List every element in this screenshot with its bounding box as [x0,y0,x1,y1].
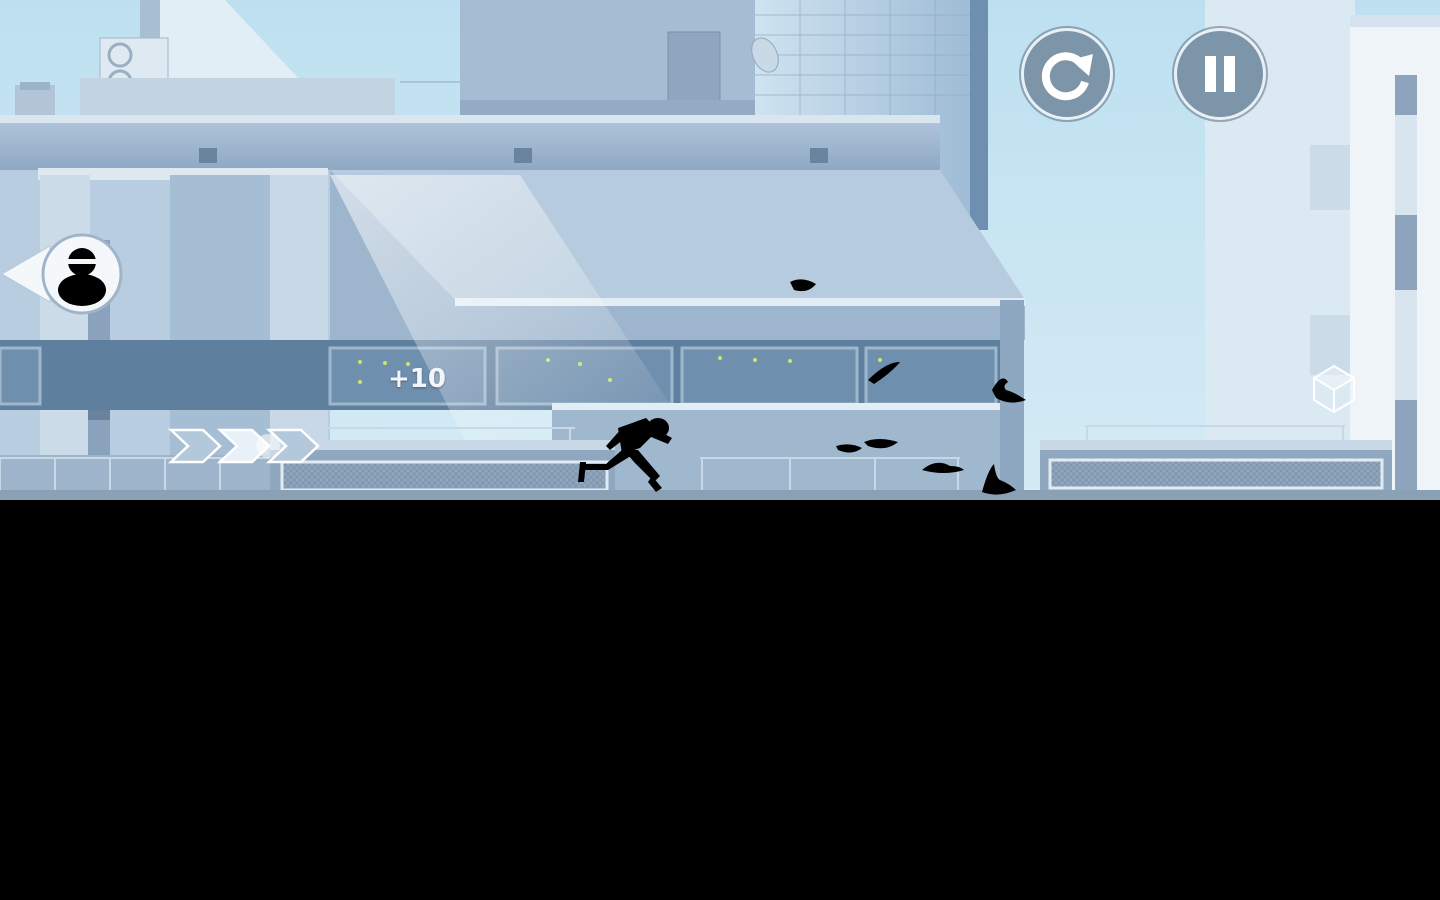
runner-silhouette [578,418,672,492]
pause-button[interactable] [1174,28,1266,120]
restart-icon [1041,52,1093,101]
pause-icon [1205,56,1235,92]
speed-chevrons-icon [168,428,320,464]
bonus-cube-icon[interactable] [1310,362,1358,414]
pursuer-indicator-icon [1,233,123,315]
restart-button[interactable] [1021,28,1113,120]
letterbox-area [0,500,1440,900]
score-popup: +10 [388,364,446,394]
bird-flock [790,279,1026,495]
